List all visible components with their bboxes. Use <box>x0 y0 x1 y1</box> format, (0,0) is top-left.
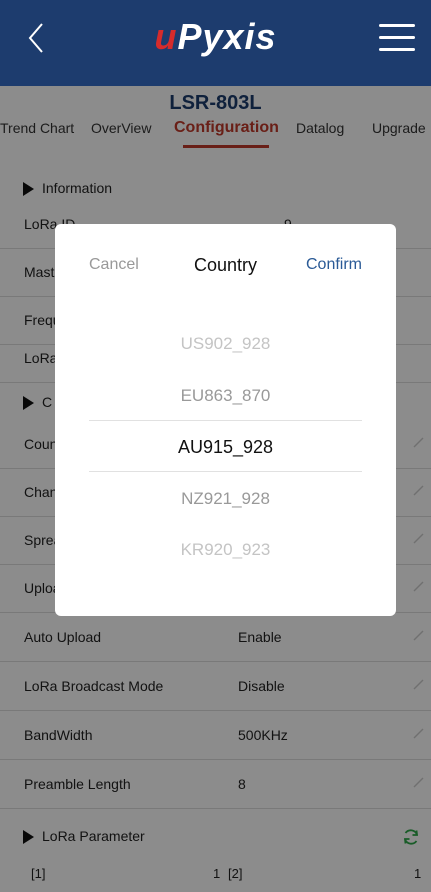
confirm-button[interactable]: Confirm <box>306 256 362 274</box>
app-header: uPyxis <box>0 0 431 86</box>
logo-prefix: u <box>154 16 178 57</box>
picker-divider <box>89 420 362 421</box>
country-picker-dialog: Cancel Country Confirm US902_928 EU863_8… <box>55 224 396 616</box>
picker-option[interactable]: NZ921_928 <box>55 489 396 509</box>
hamburger-menu-icon[interactable] <box>379 24 415 54</box>
picker-option[interactable]: US902_928 <box>55 334 396 354</box>
picker-option[interactable]: KR920_923 <box>55 540 396 560</box>
logo-text: Pyxis <box>177 16 277 57</box>
app-logo: uPyxis <box>0 16 431 58</box>
picker-option-selected[interactable]: AU915_928 <box>55 437 396 458</box>
picker-divider <box>89 471 362 472</box>
picker-option[interactable]: EU863_870 <box>55 386 396 406</box>
